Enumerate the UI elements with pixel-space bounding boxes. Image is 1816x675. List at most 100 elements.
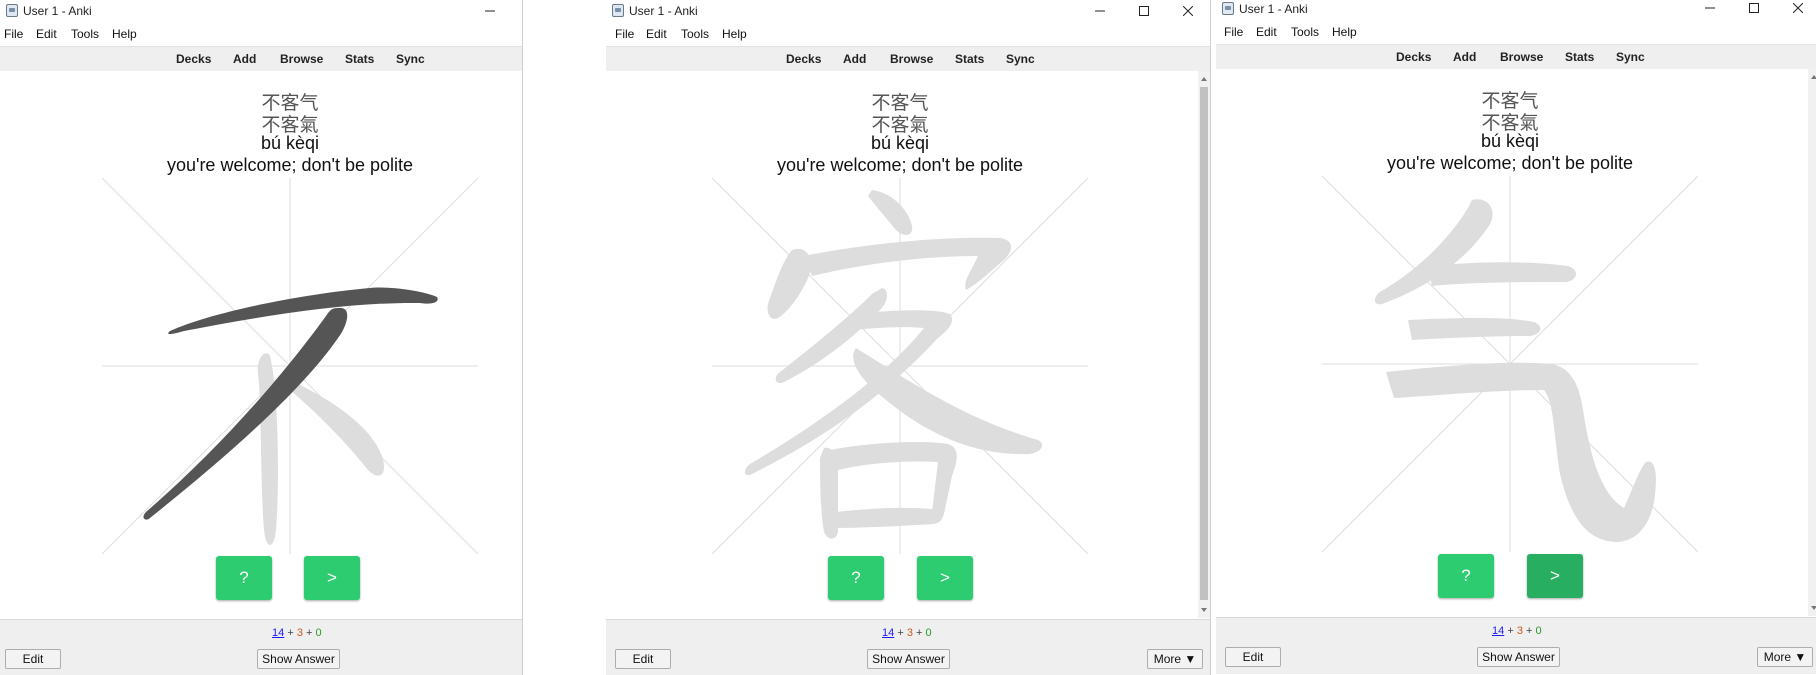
more-button[interactable]: More ▼	[1757, 647, 1813, 667]
stroke-hint-button[interactable]: ?	[1438, 554, 1494, 598]
card-content: 不客气 不客氣 bú kèqi you're welcome; don't be…	[606, 71, 1198, 618]
close-icon[interactable]	[1166, 0, 1210, 22]
character-qi-strokes	[1374, 199, 1656, 542]
stroke-order-canvas	[1322, 176, 1699, 553]
show-answer-button[interactable]: Show Answer	[867, 649, 950, 669]
due-counts: 14 + 3 + 0	[1492, 625, 1542, 637]
stroke-order-canvas	[102, 178, 479, 555]
due-counts: 14 + 3 + 0	[272, 627, 322, 639]
more-button[interactable]: More ▼	[1147, 649, 1203, 669]
learn-count: 3	[906, 627, 913, 639]
review-count: 0	[1535, 625, 1542, 637]
review-count: 0	[925, 627, 932, 639]
stroke-qi-pie	[1374, 199, 1493, 305]
stroke-qi-heng2	[1408, 318, 1541, 340]
minimize-icon[interactable]	[1688, 0, 1732, 19]
scroll-thumb[interactable]	[1200, 87, 1208, 600]
new-count[interactable]: 14	[272, 627, 284, 639]
menu-bar: File Edit Tools Help	[1216, 20, 1816, 42]
toolbar-add[interactable]: Add	[1453, 50, 1476, 64]
menu-edit[interactable]: Edit	[36, 27, 57, 41]
stroke-hint-button[interactable]: ?	[216, 556, 272, 600]
meaning-text: you're welcome; don't be polite	[166, 155, 413, 175]
window-title: User 1 - Anki	[1239, 2, 1308, 16]
stroke-next-button[interactable]: >	[917, 556, 973, 600]
menu-help[interactable]: Help	[112, 27, 137, 41]
stroke-ke-hook	[804, 237, 1012, 290]
title-bar: User 1 - Anki	[606, 0, 1210, 22]
card-content: 不客气 不客氣 bú kèqi you're welcome; don't be…	[1216, 69, 1808, 616]
title-bar: User 1 - Anki	[0, 0, 522, 22]
menu-file[interactable]: File	[615, 27, 634, 41]
toolbar-decks[interactable]: Decks	[176, 52, 211, 66]
maximize-icon[interactable]	[1732, 0, 1776, 19]
anki-app-icon	[6, 4, 18, 17]
menu-tools[interactable]: Tools	[71, 27, 99, 41]
new-count[interactable]: 14	[882, 627, 894, 639]
pinyin-text: bú kèqi	[1480, 131, 1540, 151]
stroke-next-button[interactable]: >	[1527, 554, 1583, 598]
anki-app-icon	[1222, 2, 1234, 15]
vertical-scrollbar[interactable]	[1808, 69, 1816, 616]
scroll-up-icon[interactable]	[1201, 77, 1207, 81]
main-toolbar: Decks Add Browse Stats Sync	[606, 46, 1210, 72]
new-count[interactable]: 14	[1492, 625, 1504, 637]
minimize-icon[interactable]	[468, 0, 512, 22]
toolbar-stats[interactable]: Stats	[1565, 50, 1594, 64]
edit-button[interactable]: Edit	[5, 649, 61, 669]
window-title: User 1 - Anki	[629, 4, 698, 18]
character-bu-strokes	[143, 287, 438, 545]
pinyin-text: bú kèqi	[260, 133, 320, 153]
menu-tools[interactable]: Tools	[1291, 25, 1319, 39]
toolbar-browse[interactable]: Browse	[1500, 50, 1543, 64]
anki-window-1: User 1 - Anki File Edit Tools Help Decks…	[0, 0, 523, 675]
toolbar-stats[interactable]: Stats	[345, 52, 374, 66]
meaning-text: you're welcome; don't be polite	[776, 155, 1023, 175]
edit-button[interactable]: Edit	[1225, 647, 1281, 667]
anki-window-2: User 1 - Anki File Edit Tools Help Decks…	[606, 0, 1211, 675]
toolbar-sync[interactable]: Sync	[1006, 52, 1035, 66]
show-answer-button[interactable]: Show Answer	[257, 649, 340, 669]
stroke-hint-button[interactable]: ?	[828, 556, 884, 600]
toolbar-browse[interactable]: Browse	[890, 52, 933, 66]
stroke-next-button[interactable]: >	[304, 556, 360, 600]
toolbar-add[interactable]: Add	[843, 52, 866, 66]
learn-count: 3	[1516, 625, 1523, 637]
anki-window-3: User 1 - Anki File Edit Tools Help Decks…	[1216, 0, 1816, 675]
toolbar-browse[interactable]: Browse	[280, 52, 323, 66]
character-ke-strokes	[744, 190, 1043, 539]
stroke-ke-dot	[868, 190, 913, 235]
stroke-qi-heng1	[1428, 262, 1577, 286]
toolbar-decks[interactable]: Decks	[1396, 50, 1431, 64]
maximize-icon[interactable]	[511, 0, 522, 22]
menu-help[interactable]: Help	[1332, 25, 1357, 39]
edit-button[interactable]: Edit	[615, 649, 671, 669]
stroke-qi-hook	[1386, 362, 1656, 542]
vertical-scrollbar[interactable]	[1198, 71, 1210, 618]
scroll-down-icon[interactable]	[1201, 608, 1207, 612]
toolbar-stats[interactable]: Stats	[955, 52, 984, 66]
close-icon[interactable]	[1776, 0, 1816, 19]
toolbar-sync[interactable]: Sync	[1616, 50, 1645, 64]
menu-help[interactable]: Help	[722, 27, 747, 41]
menu-tools[interactable]: Tools	[681, 27, 709, 41]
menu-file[interactable]: File	[1224, 25, 1243, 39]
menu-edit[interactable]: Edit	[646, 27, 667, 41]
meaning-text: you're welcome; don't be polite	[1386, 153, 1633, 173]
bottom-bar: 14 + 3 + 0 Edit Show Answer More ▼	[1216, 617, 1816, 674]
pinyin-text: bú kèqi	[870, 133, 930, 153]
menu-edit[interactable]: Edit	[1256, 25, 1277, 39]
menu-file[interactable]: File	[4, 27, 23, 41]
stroke-ke-left	[767, 248, 812, 319]
minimize-icon[interactable]	[1078, 0, 1122, 22]
show-answer-button[interactable]: Show Answer	[1477, 647, 1560, 667]
toolbar-add[interactable]: Add	[233, 52, 256, 66]
window-title: User 1 - Anki	[23, 4, 92, 18]
toolbar-sync[interactable]: Sync	[396, 52, 425, 66]
scroll-down-icon[interactable]	[1811, 606, 1816, 610]
scroll-up-icon[interactable]	[1811, 75, 1816, 79]
menu-bar: File Edit Tools Help	[606, 22, 1210, 44]
maximize-icon[interactable]	[1122, 0, 1166, 22]
due-counts: 14 + 3 + 0	[882, 627, 932, 639]
toolbar-decks[interactable]: Decks	[786, 52, 821, 66]
